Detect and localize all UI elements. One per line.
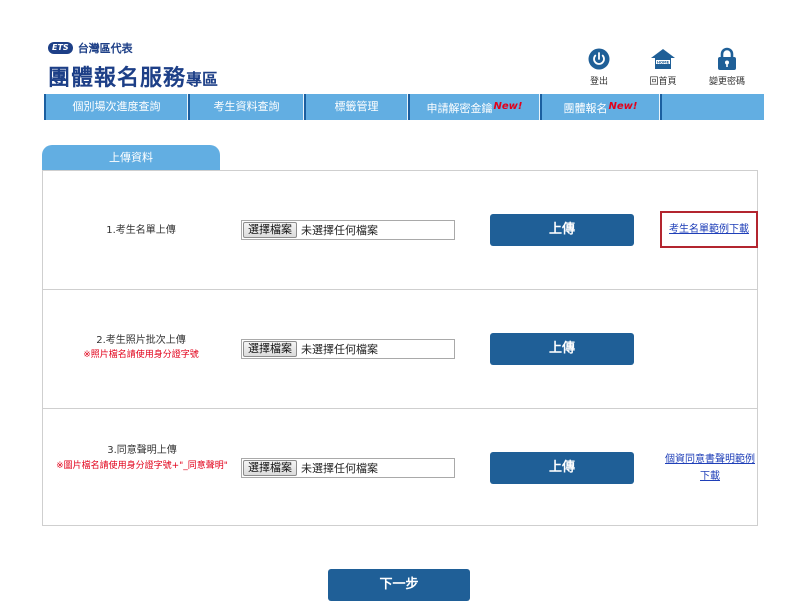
page-title-main: 團體報名服務 <box>48 66 187 91</box>
row-note: ※圖片檔名請使用身分證字號+"_同意聲明" <box>56 461 228 471</box>
upload-button[interactable]: 上傳 <box>490 214 634 246</box>
choose-file-button[interactable]: 選擇檔案 <box>243 341 297 357</box>
nav-item-session-progress[interactable]: 個別場次進度查詢 <box>44 94 188 120</box>
nav-item-tag-management[interactable]: 標籤管理 <box>304 94 408 120</box>
tab-upload-data[interactable]: 上傳資料 <box>42 145 220 171</box>
row-label-block: 2.考生照片批次上傳 ※照片檔名請使用身分證字號 <box>43 333 239 362</box>
home-label: 回首頁 <box>649 77 677 87</box>
power-icon <box>576 46 622 72</box>
upload-button[interactable]: 上傳 <box>490 452 634 484</box>
nav-item-label: 申請解密金鑰 <box>426 102 493 115</box>
choose-file-button[interactable]: 選擇檔案 <box>243 222 297 238</box>
row-label: 2.考生照片批次上傳 <box>96 335 186 346</box>
row-label-block: 3.同意聲明上傳 ※圖片檔名請使用身分證字號+"_同意聲明" <box>47 443 237 475</box>
nav-item-label: 個別場次進度查詢 <box>72 100 161 113</box>
file-status: 未選擇任何檔案 <box>301 343 378 356</box>
new-badge: New! <box>608 101 638 112</box>
ets-logo-badge: ETS <box>48 42 73 54</box>
photos-file-input[interactable]: 選擇檔案 未選擇任何檔案 <box>241 339 455 359</box>
nav-item-group-registration[interactable]: 團體報名New! <box>540 94 660 120</box>
file-status: 未選擇任何檔案 <box>301 462 378 475</box>
logout-label: 登出 <box>589 77 608 87</box>
nav-item-candidate-query[interactable]: 考生資料查詢 <box>188 94 304 120</box>
new-badge: New! <box>493 101 523 112</box>
consent-file-input[interactable]: 選擇檔案 未選擇任何檔案 <box>241 458 455 478</box>
logout-button[interactable]: 登出 <box>576 46 622 87</box>
home-button[interactable]: HOME 回首頁 <box>640 46 686 87</box>
page-title: 團體報名服務專區 <box>48 60 218 92</box>
upload-row-photos: 2.考生照片批次上傳 ※照片檔名請使用身分證字號 選擇檔案 未選擇任何檔案 上傳 <box>43 290 757 409</box>
nav-item-label: 團體報名 <box>563 102 608 115</box>
home-icon-text: HOME <box>657 60 670 64</box>
org-line: ETS 台灣區代表 <box>48 40 218 56</box>
file-status: 未選擇任何檔案 <box>301 224 378 237</box>
main-nav: 個別場次進度查詢 考生資料查詢 標籤管理 申請解密金鑰New! 團體報名New! <box>44 94 764 120</box>
upload-row-candidate-list: 1.考生名單上傳 選擇檔案 未選擇任何檔案 上傳 考生名單範例下載 <box>43 171 758 290</box>
page-title-sub: 專區 <box>186 70 219 89</box>
site-logo: ETS 台灣區代表 團體報名服務專區 <box>48 40 218 92</box>
org-name: 台灣區代表 <box>77 42 133 55</box>
row-label: 3.同意聲明上傳 <box>107 445 177 456</box>
row-label: 1.考生名單上傳 <box>106 225 176 236</box>
candidate-list-file-input[interactable]: 選擇檔案 未選擇任何檔案 <box>241 220 455 240</box>
upload-row-consent: 3.同意聲明上傳 ※圖片檔名請使用身分證字號+"_同意聲明" 選擇檔案 未選擇任… <box>43 409 757 525</box>
nav-item-empty <box>660 94 764 120</box>
row-note: ※照片檔名請使用身分證字號 <box>83 350 199 360</box>
next-step-button[interactable]: 下一步 <box>328 569 470 601</box>
nav-item-label: 考生資料查詢 <box>213 100 280 113</box>
home-icon: HOME <box>640 46 686 72</box>
top-actions: 登出 HOME 回首頁 變更密碼 <box>576 46 750 87</box>
upload-panel: 1.考生名單上傳 選擇檔案 未選擇任何檔案 上傳 考生名單範例下載 2.考生照片… <box>42 170 758 526</box>
choose-file-button[interactable]: 選擇檔案 <box>243 460 297 476</box>
change-password-button[interactable]: 變更密碼 <box>704 46 750 87</box>
upload-button[interactable]: 上傳 <box>490 333 634 365</box>
nav-item-label: 標籤管理 <box>334 100 379 113</box>
change-password-label: 變更密碼 <box>708 77 745 87</box>
candidate-list-sample-link[interactable]: 考生名單範例下載 <box>663 221 755 238</box>
consent-sample-link[interactable]: 個資同意書聲明範例下載 <box>665 451 755 485</box>
lock-icon <box>704 46 750 72</box>
nav-item-decryption-key[interactable]: 申請解密金鑰New! <box>408 94 540 120</box>
